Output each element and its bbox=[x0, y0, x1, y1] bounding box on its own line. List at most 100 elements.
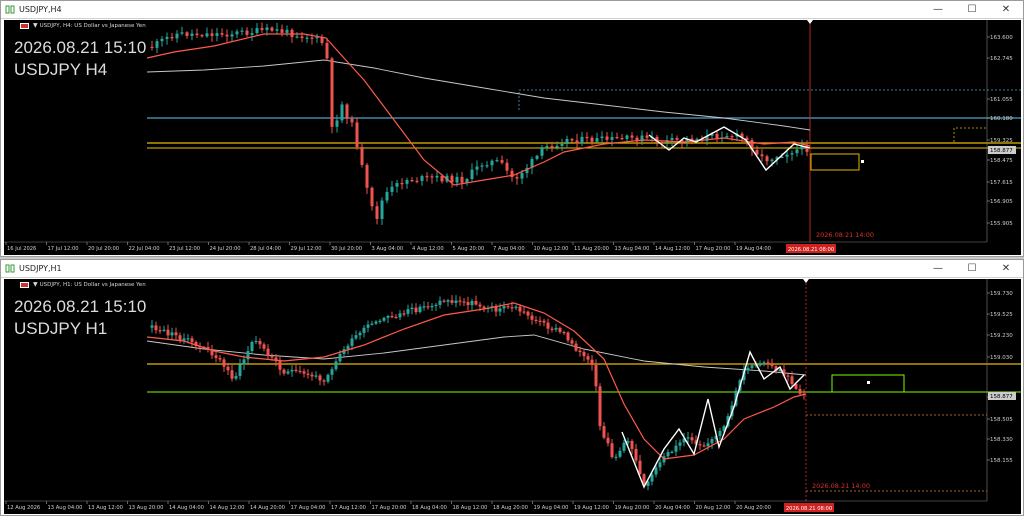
candle-body bbox=[160, 38, 164, 42]
candle-body bbox=[545, 146, 549, 148]
candle-body bbox=[370, 187, 374, 207]
candle-body bbox=[266, 348, 270, 357]
candle-body bbox=[790, 376, 794, 384]
window-titlebar[interactable]: USDJPY,H4 — ☐ ✕ bbox=[1, 1, 1023, 19]
candle-body bbox=[325, 42, 329, 59]
candle-body bbox=[458, 300, 462, 302]
candle-body bbox=[354, 335, 358, 339]
current-price-label: 158.877 bbox=[990, 394, 1013, 400]
candle-body bbox=[550, 328, 554, 330]
cursor-time-label: 2026.08.21 08:00 bbox=[788, 247, 834, 253]
candle-body bbox=[334, 361, 338, 370]
chart-window-h1[interactable]: USDJPY,H1 — ☐ ✕ 2026.08.21 14:00 159.730 1… bbox=[0, 259, 1024, 516]
maximize-button[interactable]: ☐ bbox=[955, 1, 989, 19]
candle-body bbox=[718, 430, 722, 437]
candle-body bbox=[650, 474, 654, 482]
candle-body bbox=[375, 206, 379, 219]
overlay-time: 2026.08.21 15:10 bbox=[14, 38, 147, 57]
candle-body bbox=[746, 367, 750, 371]
candle-body bbox=[638, 460, 642, 475]
candle-body bbox=[605, 136, 609, 140]
price-chart[interactable]: 2026.08.21 14:00 159.730 159.525 159.230 159… bbox=[4, 279, 1021, 514]
price-label: 159.730 bbox=[990, 291, 1013, 297]
candle-body bbox=[442, 300, 446, 302]
target-dot bbox=[867, 381, 870, 384]
candle-body bbox=[390, 315, 394, 318]
candle-body bbox=[522, 311, 526, 313]
candle-body bbox=[666, 452, 670, 457]
candle-body bbox=[250, 33, 254, 35]
candle-body bbox=[385, 191, 389, 201]
candle-body bbox=[470, 169, 474, 179]
candle-body bbox=[195, 33, 199, 36]
close-button[interactable]: ✕ bbox=[989, 260, 1023, 278]
candle-body bbox=[626, 440, 630, 443]
time-label: 10 Aug 12:00 bbox=[534, 246, 569, 252]
candle-body bbox=[362, 327, 366, 333]
candle-body bbox=[540, 147, 544, 156]
candle-body bbox=[790, 153, 794, 155]
candle-body bbox=[585, 136, 589, 139]
candle-body bbox=[178, 335, 182, 341]
candle-body bbox=[590, 137, 594, 142]
candle-body bbox=[355, 122, 359, 148]
overlay-symbol: USDJPY H1 bbox=[14, 319, 108, 338]
candle-body bbox=[502, 306, 506, 309]
candle-body bbox=[165, 36, 169, 39]
candle-body bbox=[560, 143, 564, 146]
candle-body bbox=[280, 29, 284, 33]
candle-body bbox=[190, 338, 194, 343]
candle-body bbox=[300, 36, 304, 39]
candle-body bbox=[282, 369, 286, 374]
price-label: 156.905 bbox=[990, 199, 1013, 205]
candle-body bbox=[370, 323, 374, 325]
price-label: 159.325 bbox=[990, 138, 1013, 144]
candle-body bbox=[418, 306, 422, 313]
candle-body bbox=[270, 27, 274, 31]
close-button[interactable]: ✕ bbox=[989, 1, 1023, 19]
minimize-button[interactable]: — bbox=[921, 260, 955, 278]
candle-body bbox=[310, 374, 314, 377]
candle-body bbox=[515, 177, 519, 179]
time-label: 13 Aug 20:00 bbox=[129, 505, 164, 511]
candle-body bbox=[190, 33, 194, 36]
time-label: 16 Jul 2026 bbox=[7, 246, 36, 252]
candle-body bbox=[220, 33, 224, 35]
maximize-button[interactable]: ☐ bbox=[955, 260, 989, 278]
price-chart[interactable]: 2026.08.21 14:00 163.600 162.745 161.055 160… bbox=[4, 20, 1021, 255]
candle-body bbox=[614, 456, 618, 458]
time-label: 23 Jul 12:00 bbox=[169, 246, 200, 252]
candle-body bbox=[450, 175, 454, 183]
candle-body bbox=[598, 386, 602, 427]
candle-body bbox=[166, 329, 170, 336]
chart-window-h4[interactable]: USDJPY,H4 — ☐ ✕ 2026.08.21 14:00 163.600 1… bbox=[0, 0, 1024, 257]
symbol-description: USDJPY, H4: US Dollar vs Japanese Yen bbox=[39, 22, 146, 29]
window-title: USDJPY,H4 bbox=[19, 5, 62, 14]
candle-body bbox=[215, 33, 219, 36]
candle-body bbox=[346, 345, 350, 350]
candle-body bbox=[422, 306, 426, 308]
candle-body bbox=[550, 146, 554, 148]
candle-body bbox=[514, 306, 518, 309]
candle-body bbox=[710, 439, 714, 444]
candle-body bbox=[230, 370, 234, 379]
candle-body bbox=[670, 137, 674, 141]
candle-body bbox=[530, 315, 534, 320]
candle-body bbox=[460, 176, 464, 183]
candle-body bbox=[235, 31, 239, 35]
candle-body bbox=[185, 32, 189, 36]
chart-canvas[interactable]: 2026.08.21 14:00 163.600 162.745 161.055 160… bbox=[4, 20, 1021, 255]
candle-body bbox=[230, 34, 234, 37]
candle-body bbox=[286, 371, 290, 374]
minimize-button[interactable]: — bbox=[921, 1, 955, 19]
candle-body bbox=[518, 306, 522, 312]
chart-canvas[interactable]: 2026.08.21 14:00 159.730 159.525 159.230 159… bbox=[4, 279, 1021, 514]
price-label: 158.155 bbox=[990, 458, 1013, 464]
candle-body bbox=[582, 351, 586, 357]
price-label: 159.525 bbox=[990, 312, 1013, 318]
cursor-time-label: 2026.08.21 08:00 bbox=[786, 506, 832, 512]
window-titlebar[interactable]: USDJPY,H1 — ☐ ✕ bbox=[1, 260, 1023, 278]
time-label: 5 Aug 20:00 bbox=[453, 246, 485, 252]
candle-body bbox=[406, 309, 410, 314]
candle-body bbox=[340, 104, 344, 121]
